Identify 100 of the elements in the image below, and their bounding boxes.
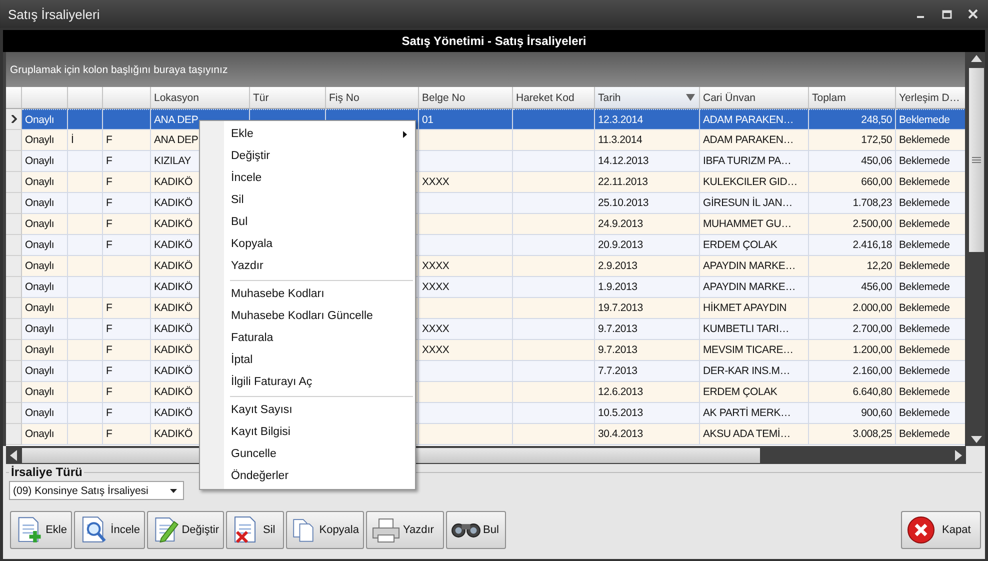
table-cell: 12.3.2014 — [598, 114, 643, 126]
table-cell: 9.7.2013 — [598, 323, 638, 335]
table-cell: IBFA TURIZM PA… — [703, 155, 792, 167]
table-cell: MEVSIM TICARE… — [703, 344, 794, 356]
table-cell: 01 — [422, 114, 434, 126]
table-cell: Onaylı — [25, 155, 54, 167]
table-cell: Onaylı — [25, 114, 54, 126]
table-cell: ERDEM ÇOLAK — [703, 239, 778, 251]
table-cell: Onaylı — [25, 428, 54, 440]
table-cell: 450,06 — [861, 155, 892, 167]
table-cell: Beklemede — [899, 407, 950, 419]
table-cell: APAYDIN MARKE… — [703, 260, 796, 272]
table-cell: KADIKÖ — [154, 365, 192, 377]
table-cell: KADIKÖ — [154, 407, 192, 419]
table-cell: 248,50 — [861, 114, 892, 126]
table-cell: 2.416,18 — [852, 239, 892, 251]
table-cell: ANA DEP — [154, 114, 198, 126]
table-cell: KADIKÖ — [154, 302, 192, 314]
table-cell: F — [106, 134, 112, 146]
table-cell: GİRESUN İL JAN… — [703, 197, 792, 209]
table-cell: Beklemede — [899, 302, 950, 314]
table-cell: 2.500,00 — [852, 218, 892, 230]
table-cell: Beklemede — [899, 114, 950, 126]
table-cell: Onaylı — [25, 197, 54, 209]
table-cell: F — [106, 155, 112, 167]
table-cell: 12,20 — [866, 260, 892, 272]
table-cell: 19.7.2013 — [598, 302, 643, 314]
table-cell: 14.12.2013 — [598, 155, 649, 167]
table-cell: 1.200,00 — [852, 344, 892, 356]
table-cell: 25.10.2013 — [598, 197, 649, 209]
table-cell: 2.700,00 — [852, 323, 892, 335]
section-title: Satış Yönetimi - Satış İrsaliyeleri — [402, 34, 586, 48]
table-cell: 20.9.2013 — [598, 239, 643, 251]
table-cell: 9.7.2013 — [598, 344, 638, 356]
table-cell: KADIKÖ — [154, 239, 192, 251]
table-cell: AKSU ADA TEMİ… — [703, 428, 790, 440]
table-cell: 7.7.2013 — [598, 365, 638, 377]
table-cell: XXXX — [422, 344, 450, 356]
table-cell: Beklemede — [899, 386, 950, 398]
table-cell: KADIKÖ — [154, 260, 192, 272]
table-cell: 2.000,00 — [852, 302, 892, 314]
table-cell: Beklemede — [899, 134, 950, 146]
table-cell: Beklemede — [899, 155, 950, 167]
group-hint: Gruplamak için kolon başlığını buraya taşıyınız — [10, 64, 228, 76]
table-cell: APAYDIN MARKE… — [703, 281, 796, 293]
table-cell: XXXX — [422, 323, 450, 335]
table-cell: KADIKÖ — [154, 176, 192, 188]
table-cell: KADIKÖ — [154, 281, 192, 293]
table-cell: AK PARTİ MERK… — [703, 407, 791, 419]
table-cell: Onaylı — [25, 407, 54, 419]
table-cell: Beklemede — [899, 218, 950, 230]
table-cell: Onaylı — [25, 281, 54, 293]
table-cell: Beklemede — [899, 281, 950, 293]
table-cell: KADIKÖ — [154, 428, 192, 440]
table-cell: 22.11.2013 — [598, 176, 648, 188]
table-cell: 1.708,23 — [852, 197, 892, 209]
table-cell: Onaylı — [25, 218, 54, 230]
table-cell: KIZILAY — [154, 155, 191, 167]
table-cell: 900,60 — [861, 407, 892, 419]
table-cell: F — [106, 344, 112, 356]
window-title: Satış İrsaliyeleri — [8, 6, 100, 22]
table-cell: 2.9.2013 — [598, 260, 638, 272]
table-cell: KADIKÖ — [154, 344, 192, 356]
table-cell: Beklemede — [899, 197, 950, 209]
table-cell: F — [106, 323, 112, 335]
table-cell: F — [106, 386, 112, 398]
table-cell: Beklemede — [899, 428, 950, 440]
table-cell: KADIKÖ — [154, 323, 192, 335]
table-cell: Onaylı — [25, 386, 54, 398]
table-cell: 24.9.2013 — [598, 218, 643, 230]
table-cell: ERDEM ÇOLAK — [703, 386, 778, 398]
group-label: İrsaliye Türü — [10, 465, 84, 479]
table-cell: 172,50 — [861, 134, 892, 146]
table-cell: F — [106, 176, 112, 188]
table-cell: 3.008,25 — [852, 428, 892, 440]
table-cell: MUHAMMET GU… — [703, 218, 792, 230]
table-cell: DER-KAR INS.M… — [703, 365, 790, 377]
table-cell: KADIKÖ — [154, 218, 192, 230]
table-cell: F — [106, 302, 112, 314]
table-cell: Beklemede — [899, 176, 950, 188]
table-cell: XXXX — [422, 176, 450, 188]
table-cell: Onaylı — [25, 239, 54, 251]
table-cell: KUMBETLI TARI… — [703, 323, 790, 335]
table-cell: Onaylı — [25, 260, 54, 272]
table-cell: XXXX — [422, 260, 450, 272]
table-cell: F — [106, 239, 112, 251]
table-cell: ADAM PARAKEN… — [703, 114, 794, 126]
table-cell: Beklemede — [899, 365, 950, 377]
table-cell: F — [106, 428, 112, 440]
table-cell: Beklemede — [899, 323, 950, 335]
table-cell: 456,00 — [861, 281, 892, 293]
table-cell: 12.6.2013 — [598, 386, 643, 398]
table-cell: Beklemede — [899, 239, 950, 251]
table-cell: XXXX — [422, 281, 450, 293]
table-cell: F — [106, 407, 112, 419]
table-cell: 11.3.2014 — [598, 134, 642, 146]
table-cell: F — [106, 365, 112, 377]
table-cell: 30.4.2013 — [598, 428, 643, 440]
table-cell: KADIKÖ — [154, 197, 192, 209]
table-cell: 2.160,00 — [852, 365, 892, 377]
